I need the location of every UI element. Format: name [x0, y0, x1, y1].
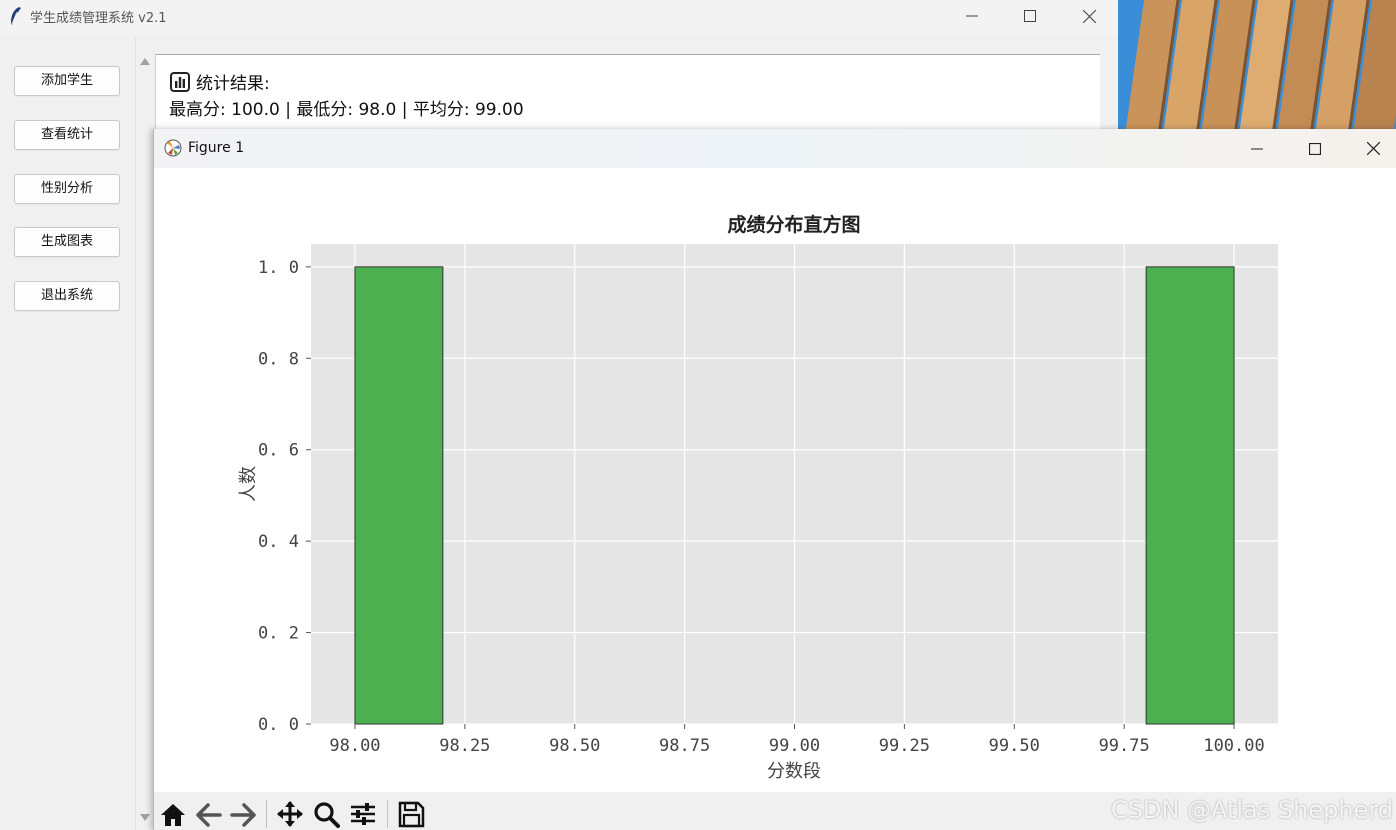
scroll-up-icon[interactable] — [140, 58, 150, 65]
x-tick-label: 98.50 — [549, 736, 600, 756]
toolbar-separator — [266, 800, 267, 828]
x-tick-label: 99.75 — [1099, 736, 1150, 756]
figure-maximize-button[interactable] — [1286, 129, 1344, 168]
maximize-icon — [1024, 10, 1036, 22]
forward-arrow-icon[interactable] — [228, 800, 258, 828]
configure-subplots-icon[interactable] — [348, 800, 378, 828]
figure-canvas[interactable]: 0. 0 0. 2 0. 4 0. 6 0. 8 1. 0 98.00 98.25 98.50… — [154, 168, 1396, 792]
y-tick-label: 0. 8 — [258, 349, 299, 369]
scroll-down-icon[interactable] — [140, 814, 150, 821]
vertical-scrollbar[interactable] — [136, 52, 154, 830]
figure-title: Figure 1 — [188, 140, 245, 156]
background-photo — [1118, 0, 1396, 132]
histogram-bar — [354, 266, 444, 725]
result-heading: 统计结果: — [170, 69, 270, 94]
generate-chart-button[interactable]: 生成图表 — [14, 227, 120, 257]
x-tick-label: 98.75 — [659, 736, 710, 756]
bar-chart-icon — [170, 71, 190, 92]
close-icon — [1082, 9, 1096, 23]
x-axis-ticks: 98.00 98.25 98.50 98.75 99.00 99.25 99.50 99.75… — [329, 724, 1265, 756]
watermark: CSDN @Atlas Shepherd — [1110, 796, 1393, 824]
close-icon — [1366, 142, 1380, 155]
minimize-icon — [966, 15, 978, 17]
y-axis-ticks: 0. 0 0. 2 0. 4 0. 6 0. 8 1. 0 — [258, 258, 311, 735]
pan-icon[interactable] — [275, 800, 305, 828]
chart-title: 成绩分布直方图 — [727, 213, 860, 236]
y-tick-label: 0. 0 — [258, 715, 299, 735]
matplotlib-icon — [164, 139, 182, 157]
x-tick-label: 99.00 — [769, 736, 820, 756]
stats-summary: 最高分: 100.0 | 最低分: 98.0 | 平均分: 99.00 — [169, 100, 524, 120]
maximize-button[interactable] — [1001, 0, 1059, 32]
y-tick-label: 0. 6 — [258, 441, 299, 461]
minimize-button[interactable] — [943, 0, 1001, 32]
x-tick-label: 99.25 — [879, 736, 930, 756]
home-icon[interactable] — [158, 800, 188, 828]
result-panel: 统计结果: 最高分: 100.0 | 最低分: 98.0 | 平均分: 99.0… — [155, 54, 1100, 135]
view-statistics-button[interactable]: 查看统计 — [14, 120, 120, 150]
y-axis-label: 人数 — [238, 466, 259, 502]
x-axis-label: 分数段 — [767, 761, 821, 782]
gender-analysis-button[interactable]: 性别分析 — [14, 174, 120, 204]
x-tick-label: 100.00 — [1203, 736, 1264, 756]
maximize-icon — [1309, 142, 1321, 155]
zoom-icon[interactable] — [312, 800, 342, 828]
main-window-title: 学生成绩管理系统 v2.1 — [30, 11, 167, 26]
sidebar: 添加学生 查看统计 性别分析 生成图表 退出系统 — [0, 36, 136, 830]
back-arrow-icon[interactable] — [194, 800, 224, 828]
exit-system-button[interactable]: 退出系统 — [14, 281, 120, 311]
x-tick-label: 99.50 — [989, 736, 1040, 756]
add-student-button[interactable]: 添加学生 — [14, 66, 120, 96]
figure-close-button[interactable] — [1344, 129, 1396, 168]
feather-icon — [11, 7, 21, 25]
x-tick-label: 98.00 — [329, 736, 380, 756]
save-icon[interactable] — [396, 800, 426, 828]
y-tick-label: 1. 0 — [258, 258, 299, 278]
close-button[interactable] — [1060, 0, 1118, 32]
main-titlebar: 学生成绩管理系统 v2.1 — [0, 0, 1118, 34]
y-tick-label: 0. 2 — [258, 624, 299, 644]
figure-window: Figure 1 0. 0 0. 2 0. 4 0. 6 0. 8 1. 0 98.00 9… — [153, 129, 1396, 830]
figure-minimize-button[interactable] — [1228, 129, 1286, 168]
result-title-text: 统计结果: — [196, 74, 270, 94]
x-tick-label: 98.25 — [439, 736, 490, 756]
toolbar-separator — [387, 800, 388, 828]
y-tick-label: 0. 4 — [258, 532, 299, 552]
histogram-chart: 0. 0 0. 2 0. 4 0. 6 0. 8 1. 0 98.00 98.25 98.50… — [238, 213, 1278, 782]
minimize-icon — [1251, 148, 1263, 149]
histogram-bar — [1145, 266, 1235, 725]
figure-titlebar: Figure 1 — [154, 129, 1396, 168]
